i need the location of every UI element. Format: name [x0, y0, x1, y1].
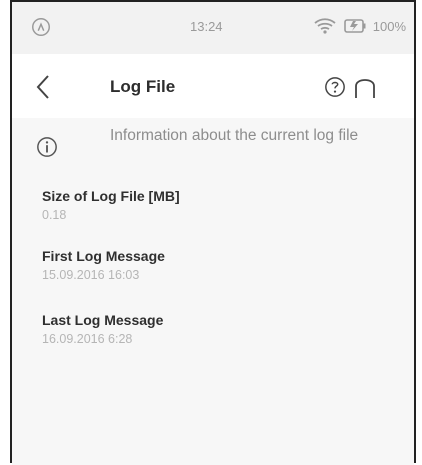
status-bar: 13:24 100%	[12, 2, 414, 54]
field-label: First Log Message	[42, 248, 165, 264]
battery-charging-icon	[343, 19, 366, 33]
field-value: 0.18	[42, 208, 67, 222]
wifi-icon	[314, 18, 336, 34]
home-icon[interactable]	[352, 74, 378, 100]
signal-power-icon	[32, 18, 50, 36]
field-value: 16.09.2016 6:28	[42, 332, 133, 346]
field-label: Last Log Message	[42, 312, 164, 328]
field-first-log: First Log Message 15.09.2016 16:03	[42, 248, 402, 282]
field-value: 15.09.2016 16:03	[42, 268, 140, 282]
chevron-left-icon[interactable]	[34, 74, 52, 100]
info-row: Information about the current log file	[12, 118, 414, 178]
status-time: 13:24	[190, 19, 223, 34]
info-text: Information about the current log file	[110, 127, 359, 144]
help-icon[interactable]	[324, 76, 346, 98]
main-content: Information about the current log file S…	[12, 118, 414, 465]
page-title: Log File	[110, 77, 176, 96]
info-icon	[37, 137, 57, 157]
field-log-size: Size of Log File [MB] 0.18	[42, 188, 402, 222]
field-last-log: Last Log Message 16.09.2016 6:28	[42, 312, 402, 346]
status-right-group: 100%	[313, 17, 406, 35]
phone-frame: 13:24 100% Log File Information about th…	[10, 0, 416, 465]
battery-percentage: 100%	[372, 18, 406, 34]
field-label: Size of Log File [MB]	[42, 188, 180, 204]
header-bar: Log File	[12, 54, 414, 119]
